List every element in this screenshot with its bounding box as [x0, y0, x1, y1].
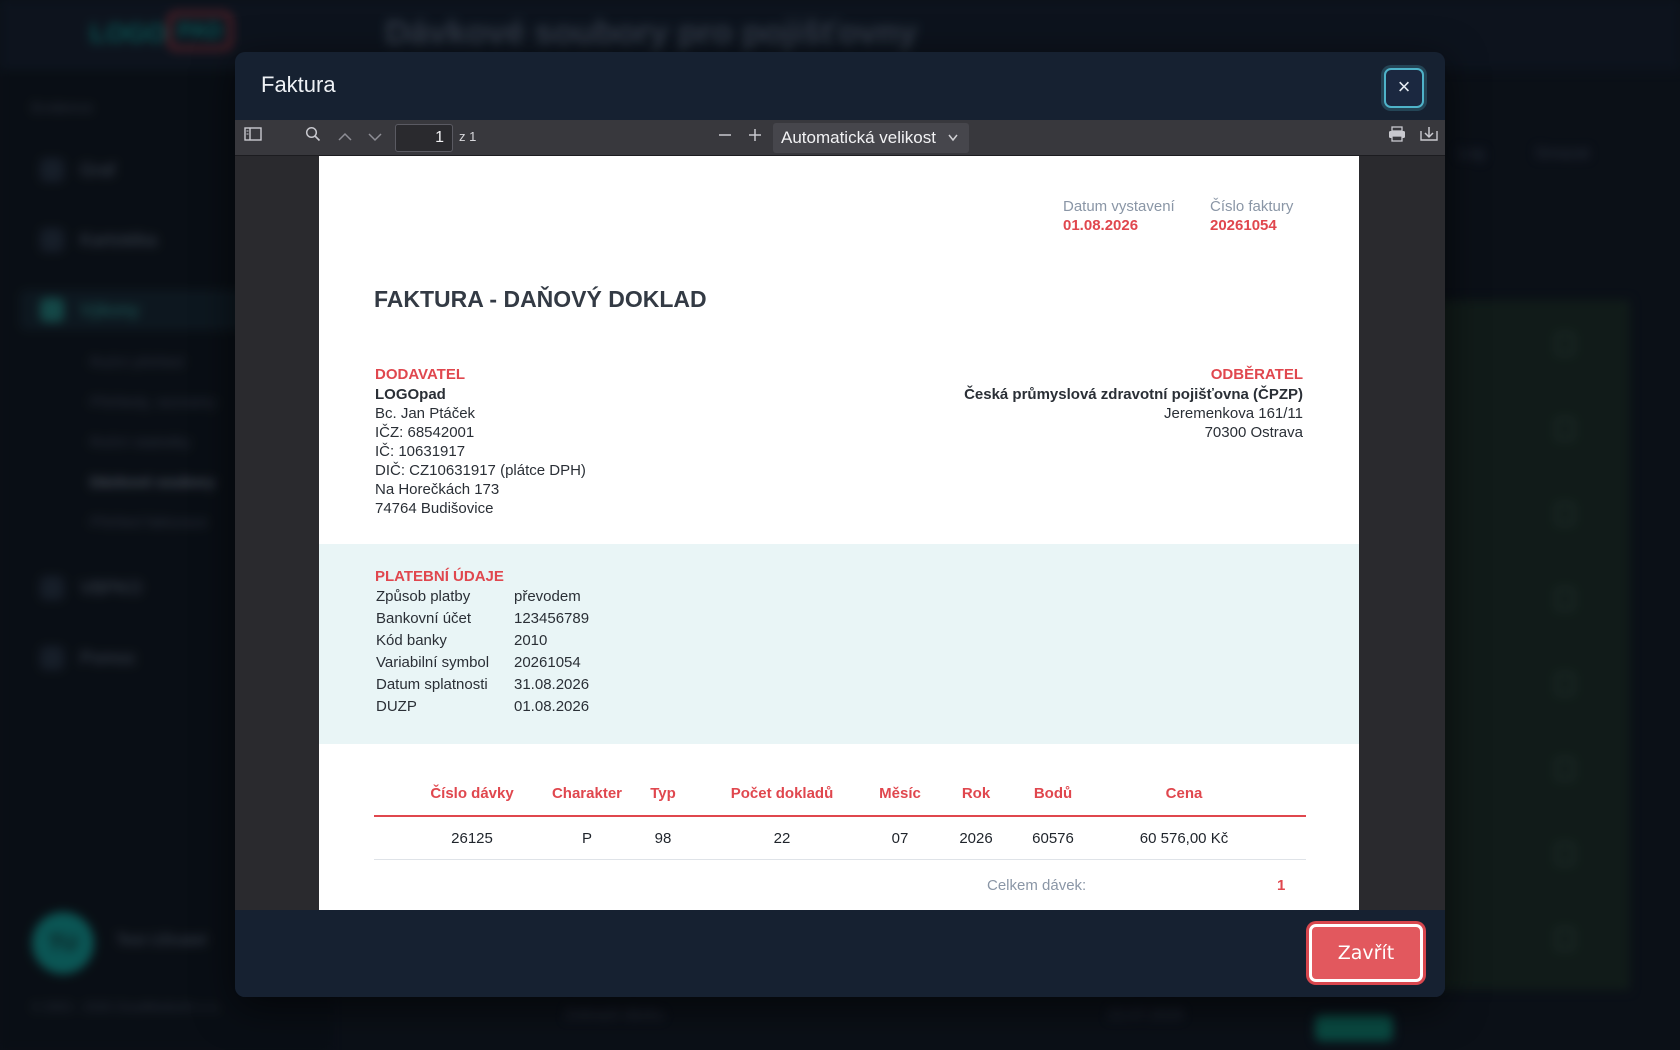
- modal-header: Faktura ×: [235, 52, 1445, 120]
- pdf-viewer: 1 z 1 Automatická velikost Datum vystave…: [235, 120, 1445, 910]
- customer-line: 70300 Ostrava: [1204, 424, 1303, 441]
- search-icon[interactable]: [301, 126, 325, 150]
- chevron-down-icon[interactable]: [363, 126, 387, 150]
- payment-value: 123456789: [514, 610, 590, 627]
- minus-icon[interactable]: [713, 126, 737, 150]
- total-label: Celkem dávek:: [987, 877, 1087, 894]
- table-header: Typ: [650, 785, 676, 802]
- payment-value: 2010: [514, 632, 548, 649]
- table-row-divider: [374, 859, 1306, 860]
- payment-section: PLATEBNÍ ÚDAJE Způsob platby převodem Ba…: [319, 544, 1359, 744]
- modal-title: Faktura: [261, 72, 336, 97]
- table-header: Číslo dávky: [430, 785, 514, 802]
- payment-key: Datum splatnosti: [376, 676, 488, 693]
- invoice-number: 20261054: [1210, 217, 1277, 234]
- total-value: 1: [1277, 877, 1286, 894]
- plus-icon[interactable]: [743, 126, 767, 150]
- table-cell: P: [581, 830, 592, 847]
- payment-key: Kód banky: [376, 632, 447, 649]
- table-header: Rok: [961, 785, 991, 802]
- payment-key: Bankovní účet: [376, 610, 472, 627]
- table-header-divider: [374, 815, 1306, 817]
- table-cell: 60 576,00 Kč: [1139, 830, 1229, 847]
- supplier-line: DIČ: CZ10631917 (plátce DPH): [375, 462, 586, 479]
- page-count: z 1: [459, 129, 477, 144]
- invoice-title: FAKTURA - DAŇOVÝ DOKLAD: [374, 286, 707, 312]
- customer-label: ODBĚRATEL: [1210, 366, 1303, 383]
- table-cell: 98: [654, 830, 672, 847]
- issue-date: 01.08.2026: [1063, 217, 1139, 234]
- close-button[interactable]: Zavřít: [1309, 924, 1423, 982]
- supplier-label: DODAVATEL: [375, 366, 465, 383]
- supplier-name: LOGOpad: [375, 386, 446, 403]
- issue-date-label: Datum vystavení: [1063, 198, 1175, 215]
- invoice-number-label: Číslo faktury: [1210, 198, 1294, 215]
- payment-key: Variabilní symbol: [376, 654, 490, 671]
- close-icon[interactable]: ×: [1384, 68, 1424, 108]
- supplier-line: Na Horečkách 173: [375, 481, 500, 498]
- pdf-page: Datum vystavení 01.08.2026 Číslo faktury…: [319, 156, 1359, 910]
- table-cell: 60576: [1032, 830, 1074, 847]
- payment-label: PLATEBNÍ ÚDAJE: [375, 568, 504, 585]
- table-header: Charakter: [551, 785, 623, 802]
- table-header: Bodů: [1033, 785, 1073, 802]
- payment-value: 01.08.2026: [514, 698, 590, 715]
- table-cell: 22: [773, 830, 791, 847]
- download-icon[interactable]: [1417, 126, 1441, 150]
- payment-value: převodem: [514, 588, 581, 605]
- table-header: Měsíc: [879, 785, 921, 802]
- modal-footer: Zavřít: [235, 910, 1445, 997]
- supplier-line: IČ: 10631917: [375, 443, 466, 460]
- table-cell: 26125: [451, 830, 493, 847]
- payment-key: Způsob platby: [376, 588, 471, 605]
- supplier-line: 74764 Budišovice: [375, 500, 494, 517]
- zoom-select[interactable]: Automatická velikost: [773, 123, 969, 153]
- supplier-line: Bc. Jan Ptáček: [375, 405, 476, 422]
- sidebar-toggle-icon[interactable]: [241, 126, 265, 150]
- pdf-toolbar: 1 z 1 Automatická velikost: [235, 120, 1445, 156]
- customer-line: Jeremenkova 161/11: [1164, 405, 1303, 422]
- supplier-line: IČZ: 68542001: [375, 424, 475, 441]
- payment-value: 31.08.2026: [514, 676, 590, 693]
- table-cell: 2026: [959, 830, 993, 847]
- table-header: Počet dokladů: [730, 785, 834, 802]
- table-cell: 07: [891, 830, 909, 847]
- payment-value: 20261054: [514, 654, 581, 671]
- print-icon[interactable]: [1385, 126, 1409, 150]
- table-header: Cena: [1165, 785, 1203, 802]
- chevron-up-icon[interactable]: [333, 126, 357, 150]
- page-number-input[interactable]: 1: [395, 124, 453, 152]
- payment-key: DUZP: [376, 698, 417, 715]
- zoom-select-value: Automatická velikost: [781, 128, 936, 147]
- customer-name: Česká průmyslová zdravotní pojišťovna (Č…: [964, 386, 1303, 403]
- invoice-modal: Faktura × 1 z 1 Automatická velikost Dat…: [235, 52, 1445, 997]
